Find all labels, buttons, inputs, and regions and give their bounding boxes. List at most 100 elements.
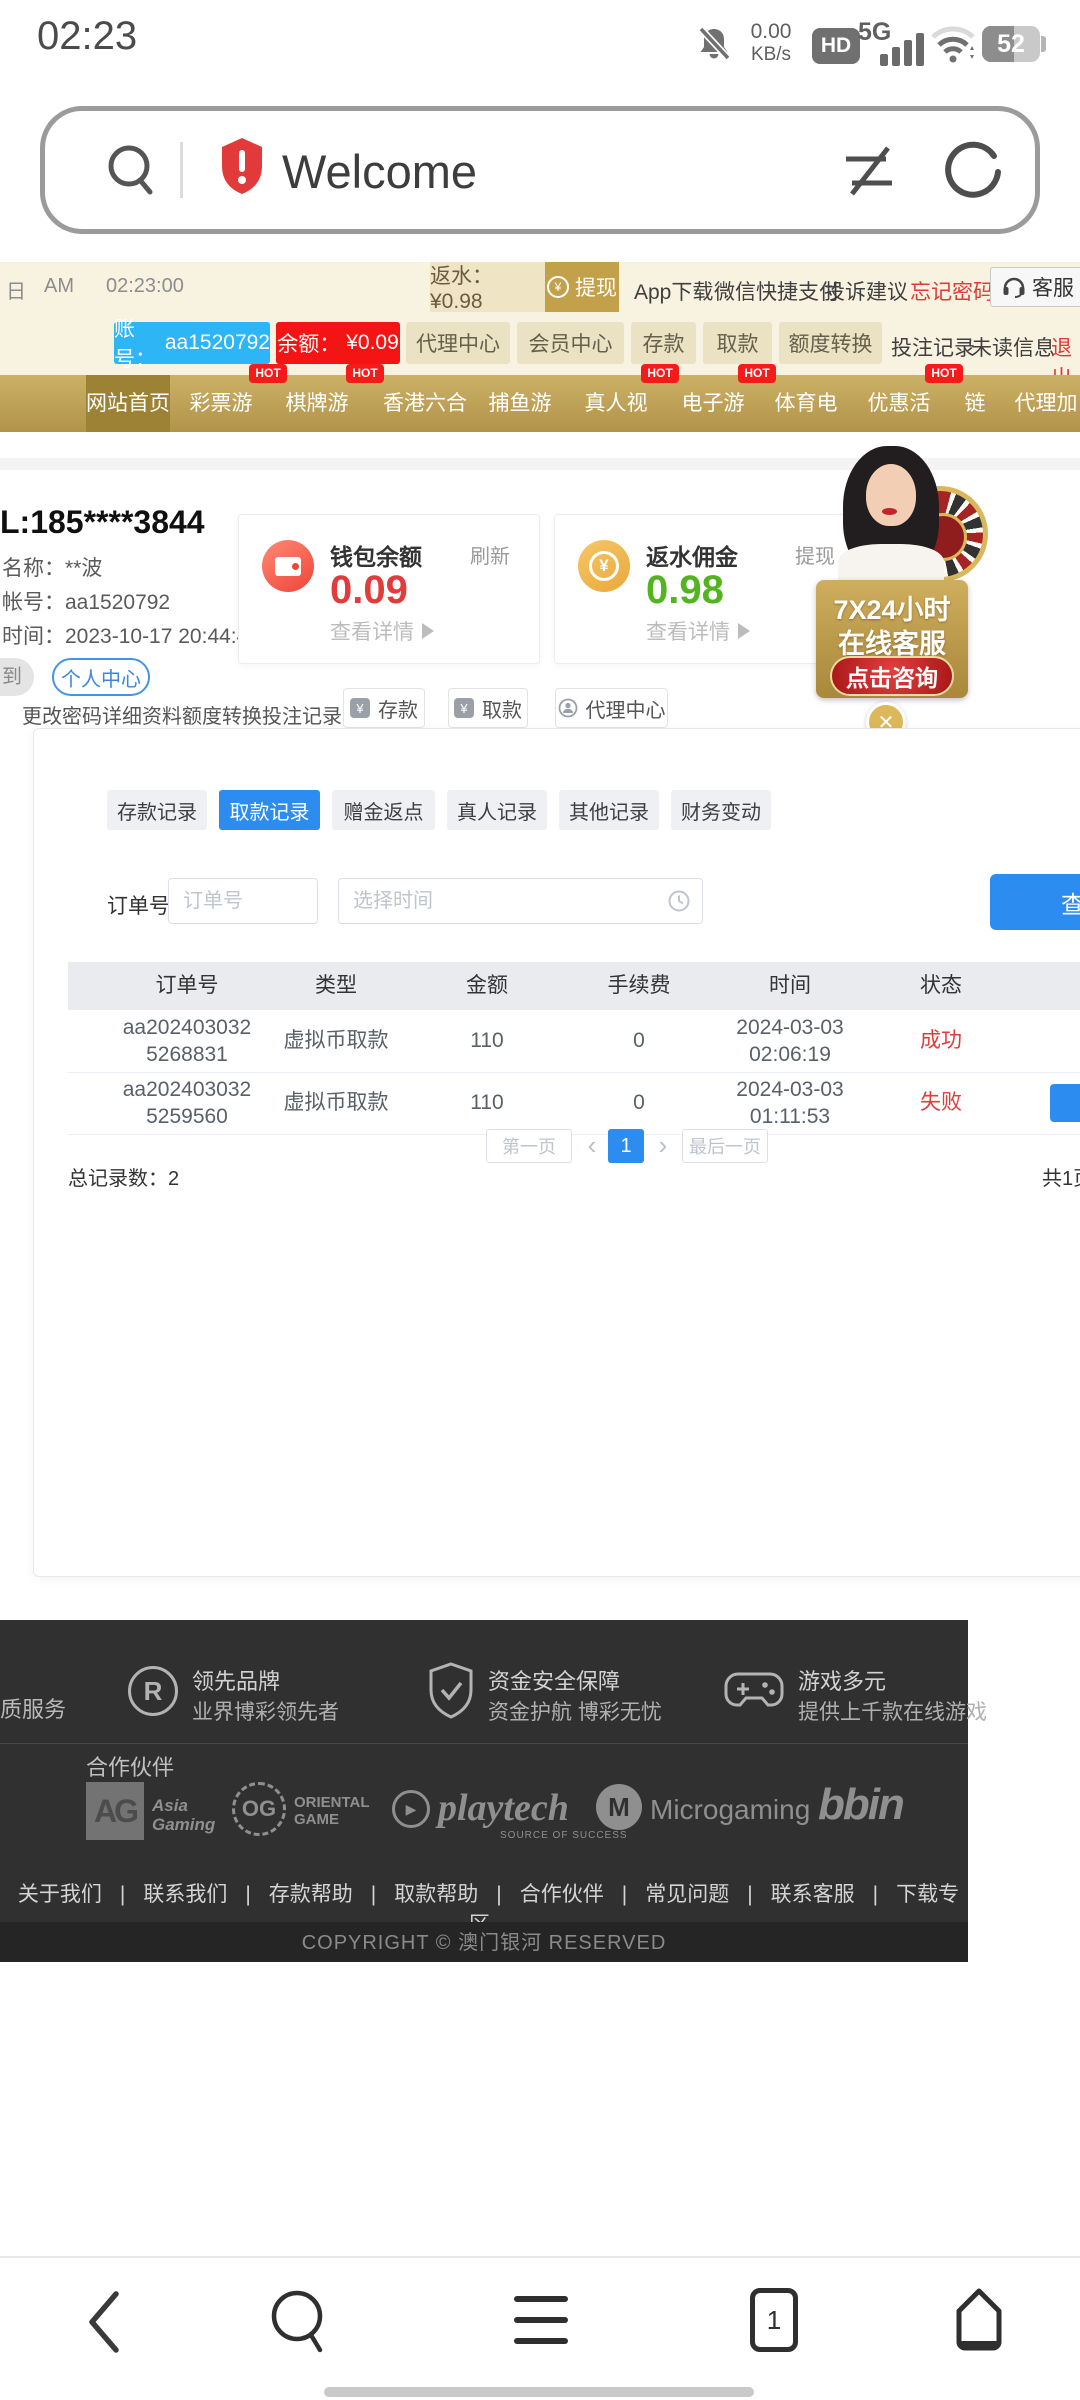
view-button[interactable]: 查看 — [1050, 1084, 1080, 1122]
col-time: 时间 — [700, 962, 880, 1010]
reader-filter-icon[interactable] — [840, 144, 898, 198]
name-label: 名称： — [2, 557, 65, 580]
ag-line2: Gaming — [152, 1815, 215, 1834]
footer-link-faq[interactable]: 常见问题 — [645, 1883, 729, 1906]
agent-center-button[interactable]: 代理中心 — [406, 322, 510, 364]
tab-live-records[interactable]: 真人记录 — [447, 790, 547, 830]
customer-service-button[interactable]: 客服 — [990, 267, 1080, 307]
wallet-icon — [262, 540, 314, 592]
tabs-icon[interactable]: 1 — [750, 2288, 798, 2352]
menu-bar — [514, 2317, 568, 2323]
wallet-refresh-link[interactable]: 刷新 — [470, 540, 510, 569]
time-line1: 2024-03-03 — [700, 1076, 880, 1103]
withdraw-icon: ¥ — [454, 698, 474, 718]
footer-link-deposit-help[interactable]: 存款帮助 — [269, 1883, 353, 1906]
time-line2: 02:06:19 — [700, 1041, 880, 1068]
search-icon[interactable] — [264, 2284, 336, 2358]
nav-item-marksix[interactable]: 香港六合彩 — [375, 375, 475, 432]
first-page-button[interactable]: 第一页 — [486, 1129, 572, 1163]
network-speed: 0.00 KB/s — [736, 20, 806, 66]
forgot-password-link[interactable]: 忘记密码 — [910, 276, 994, 306]
status-time: 02:23 — [37, 14, 137, 59]
withdraw-button[interactable]: ¥ 取款 — [448, 688, 528, 728]
agent-center-button[interactable]: 代理中心 — [555, 688, 668, 728]
signal-bar-icon — [880, 54, 888, 66]
table-row-fee: 0 — [569, 1072, 709, 1134]
tab-deposit-records[interactable]: 存款记录 — [107, 790, 207, 830]
wallet-detail-link[interactable]: 查看详情 — [330, 616, 434, 646]
nav-item-slots[interactable]: 电子游艺 — [673, 375, 753, 432]
tab-other-records[interactable]: 其他记录 — [559, 790, 659, 830]
table-row-fee: 0 — [569, 1010, 709, 1072]
footer-link-partners[interactable]: 合作伙伴 — [520, 1883, 604, 1906]
search-button[interactable]: 查询 — [990, 874, 1080, 930]
home-icon[interactable] — [952, 2286, 1006, 2354]
checkin-button[interactable]: 到 — [0, 658, 34, 696]
wechat-pay-link[interactable]: 微信快捷支付 — [714, 276, 840, 306]
name-value: **波 — [65, 557, 102, 580]
page-number-active[interactable]: 1 — [608, 1129, 644, 1163]
deposit-button[interactable]: 存款 — [631, 322, 696, 364]
time-select-input[interactable] — [338, 878, 703, 924]
profile-detail-link[interactable]: 详细资料 — [102, 700, 182, 729]
tab-withdraw-records[interactable]: 取款记录 — [219, 790, 320, 830]
quota-transfer-link[interactable]: 额度转换 — [182, 700, 262, 729]
tab-bonus-rebate[interactable]: 赠金返点 — [332, 790, 435, 830]
asia-gaming-label: Asia Gaming — [152, 1796, 215, 1834]
footer-link-about[interactable]: 关于我们 — [18, 1883, 102, 1906]
nav-item-promos[interactable]: 优惠活动 — [859, 375, 939, 432]
table-row-type: 虚拟币取款 — [256, 1072, 416, 1134]
complaint-link[interactable]: 投诉建议 — [824, 276, 908, 306]
hot-badge: HOT — [249, 364, 287, 383]
feature-title: 游戏多元 — [798, 1664, 886, 1696]
bet-records-link[interactable]: 投注记录 — [262, 700, 342, 729]
nav-item-live[interactable]: 真人视讯 — [576, 375, 656, 432]
status-badge: 成功 — [881, 1010, 1001, 1072]
nav-item-chaingames[interactable]: 链游 — [955, 375, 995, 432]
unread-messages-link[interactable]: 未读信息 — [971, 332, 1055, 362]
personal-center-button[interactable]: 个人中心 — [52, 658, 150, 696]
footer-link-contact[interactable]: 联系我们 — [143, 1883, 227, 1906]
nav-item-fishing[interactable]: 捕鱼游戏 — [480, 375, 560, 432]
prev-page-button[interactable]: ‹ — [581, 1129, 603, 1163]
deposit-button[interactable]: ¥ 存款 — [343, 688, 425, 728]
transfer-button[interactable]: 额度转换 — [779, 322, 882, 364]
back-icon[interactable] — [80, 2286, 136, 2358]
og-line1: ORIENTAL — [294, 1794, 370, 1811]
signal-bar-icon — [904, 40, 912, 66]
insecure-shield-icon[interactable] — [218, 136, 266, 196]
search-icon — [104, 142, 160, 198]
app-download-link[interactable]: App下载 — [634, 276, 713, 306]
chevron-right-icon — [422, 623, 434, 639]
member-center-button[interactable]: 会员中心 — [517, 322, 624, 364]
refresh-icon[interactable] — [942, 138, 1006, 202]
order-number-input[interactable] — [168, 878, 318, 924]
member-time-line: 时间：2023-10-17 20:44:45 — [2, 620, 260, 650]
separator: | — [873, 1883, 878, 1906]
account-label: 账号： — [114, 313, 159, 373]
footer-link-withdraw-help[interactable]: 取款帮助 — [394, 1883, 478, 1906]
coin-yen-glyph: ¥ — [589, 551, 619, 581]
nav-item-lottery[interactable]: 彩票游戏 — [181, 375, 261, 432]
last-page-button[interactable]: 最后一页 — [682, 1129, 768, 1163]
nav-item-home[interactable]: 网站首页 — [86, 375, 170, 432]
oriental-game-label: ORIENTAL GAME — [294, 1794, 370, 1828]
nav-item-agent[interactable]: 代理加盟 — [1006, 375, 1080, 432]
withdraw-quick-button[interactable]: ¥ 提现 — [545, 262, 619, 312]
nav-item-boardgames[interactable]: 棋牌游戏 — [277, 375, 357, 432]
change-password-link[interactable]: 更改密码 — [22, 700, 102, 729]
rebate-detail-link[interactable]: 查看详情 — [646, 616, 750, 646]
withdraw-button[interactable]: 取款 — [703, 322, 772, 364]
tab-finance-changes[interactable]: 财务变动 — [671, 790, 771, 830]
bet-records-link[interactable]: 投注记录 — [891, 332, 975, 362]
nav-item-sports[interactable]: 体育电竞 — [766, 375, 846, 432]
service-consult-button[interactable]: 点击咨询 — [830, 656, 954, 696]
network-speed-unit: KB/s — [736, 43, 806, 66]
menu-icon[interactable] — [514, 2296, 568, 2344]
next-page-button[interactable]: › — [652, 1129, 674, 1163]
deposit-label: 存款 — [378, 694, 418, 723]
rebate-amount: 0.98 — [646, 568, 724, 613]
footer-link-service[interactable]: 联系客服 — [771, 1883, 855, 1906]
network-type-label: 5G — [858, 18, 891, 47]
rebate-withdraw-link[interactable]: 提现 — [795, 540, 835, 569]
